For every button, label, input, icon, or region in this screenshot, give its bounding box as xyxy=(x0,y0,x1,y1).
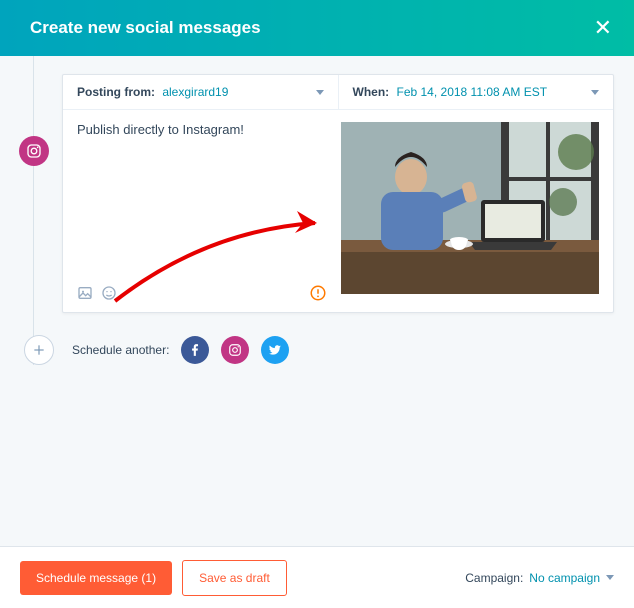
schedule-another-label: Schedule another: xyxy=(72,343,169,357)
content-area: Posting from: alexgirard19 When: Feb 14,… xyxy=(0,56,634,365)
chevron-down-icon xyxy=(606,575,614,580)
when-dropdown[interactable]: When: Feb 14, 2018 11:08 AM EST xyxy=(339,75,614,109)
add-button[interactable] xyxy=(24,335,54,365)
when-value: Feb 14, 2018 11:08 AM EST xyxy=(397,85,548,99)
close-icon[interactable]: ✕ xyxy=(594,17,612,39)
chevron-down-icon xyxy=(591,90,599,95)
twitter-icon xyxy=(268,343,282,357)
campaign-value: No campaign xyxy=(529,571,600,585)
card-body: Publish directly to Instagram! xyxy=(63,110,613,312)
composer-toolbar xyxy=(77,284,327,302)
warning-icon[interactable] xyxy=(309,284,327,302)
chevron-down-icon xyxy=(316,90,324,95)
card-header: Posting from: alexgirard19 When: Feb 14,… xyxy=(63,75,613,110)
posting-from-value: alexgirard19 xyxy=(162,85,228,99)
message-text: Publish directly to Instagram! xyxy=(77,122,327,276)
facebook-button[interactable] xyxy=(181,336,209,364)
when-label: When: xyxy=(353,85,390,99)
save-draft-button[interactable]: Save as draft xyxy=(182,560,287,596)
plus-icon xyxy=(32,343,46,357)
timeline-rail xyxy=(33,56,34,365)
message-composer[interactable]: Publish directly to Instagram! xyxy=(77,122,327,302)
instagram-button[interactable] xyxy=(221,336,249,364)
composer-card: Posting from: alexgirard19 When: Feb 14,… xyxy=(62,74,614,313)
posting-from-label: Posting from: xyxy=(77,85,155,99)
image-icon[interactable] xyxy=(77,285,93,301)
emoji-icon[interactable] xyxy=(101,285,117,301)
instagram-icon xyxy=(228,343,242,357)
campaign-label: Campaign: xyxy=(465,571,523,585)
modal-title: Create new social messages xyxy=(30,18,261,38)
twitter-button[interactable] xyxy=(261,336,289,364)
campaign-selector[interactable]: Campaign: No campaign xyxy=(465,571,614,585)
schedule-another-row: Schedule another: xyxy=(20,335,614,365)
preview-image xyxy=(341,122,599,294)
instagram-badge-icon xyxy=(19,136,49,166)
schedule-message-button[interactable]: Schedule message (1) xyxy=(20,561,172,595)
posting-from-dropdown[interactable]: Posting from: alexgirard19 xyxy=(63,75,339,109)
footer-bar: Schedule message (1) Save as draft Campa… xyxy=(0,546,634,608)
modal-header: Create new social messages ✕ xyxy=(0,0,634,56)
facebook-icon xyxy=(188,343,202,357)
media-preview[interactable] xyxy=(341,122,599,294)
